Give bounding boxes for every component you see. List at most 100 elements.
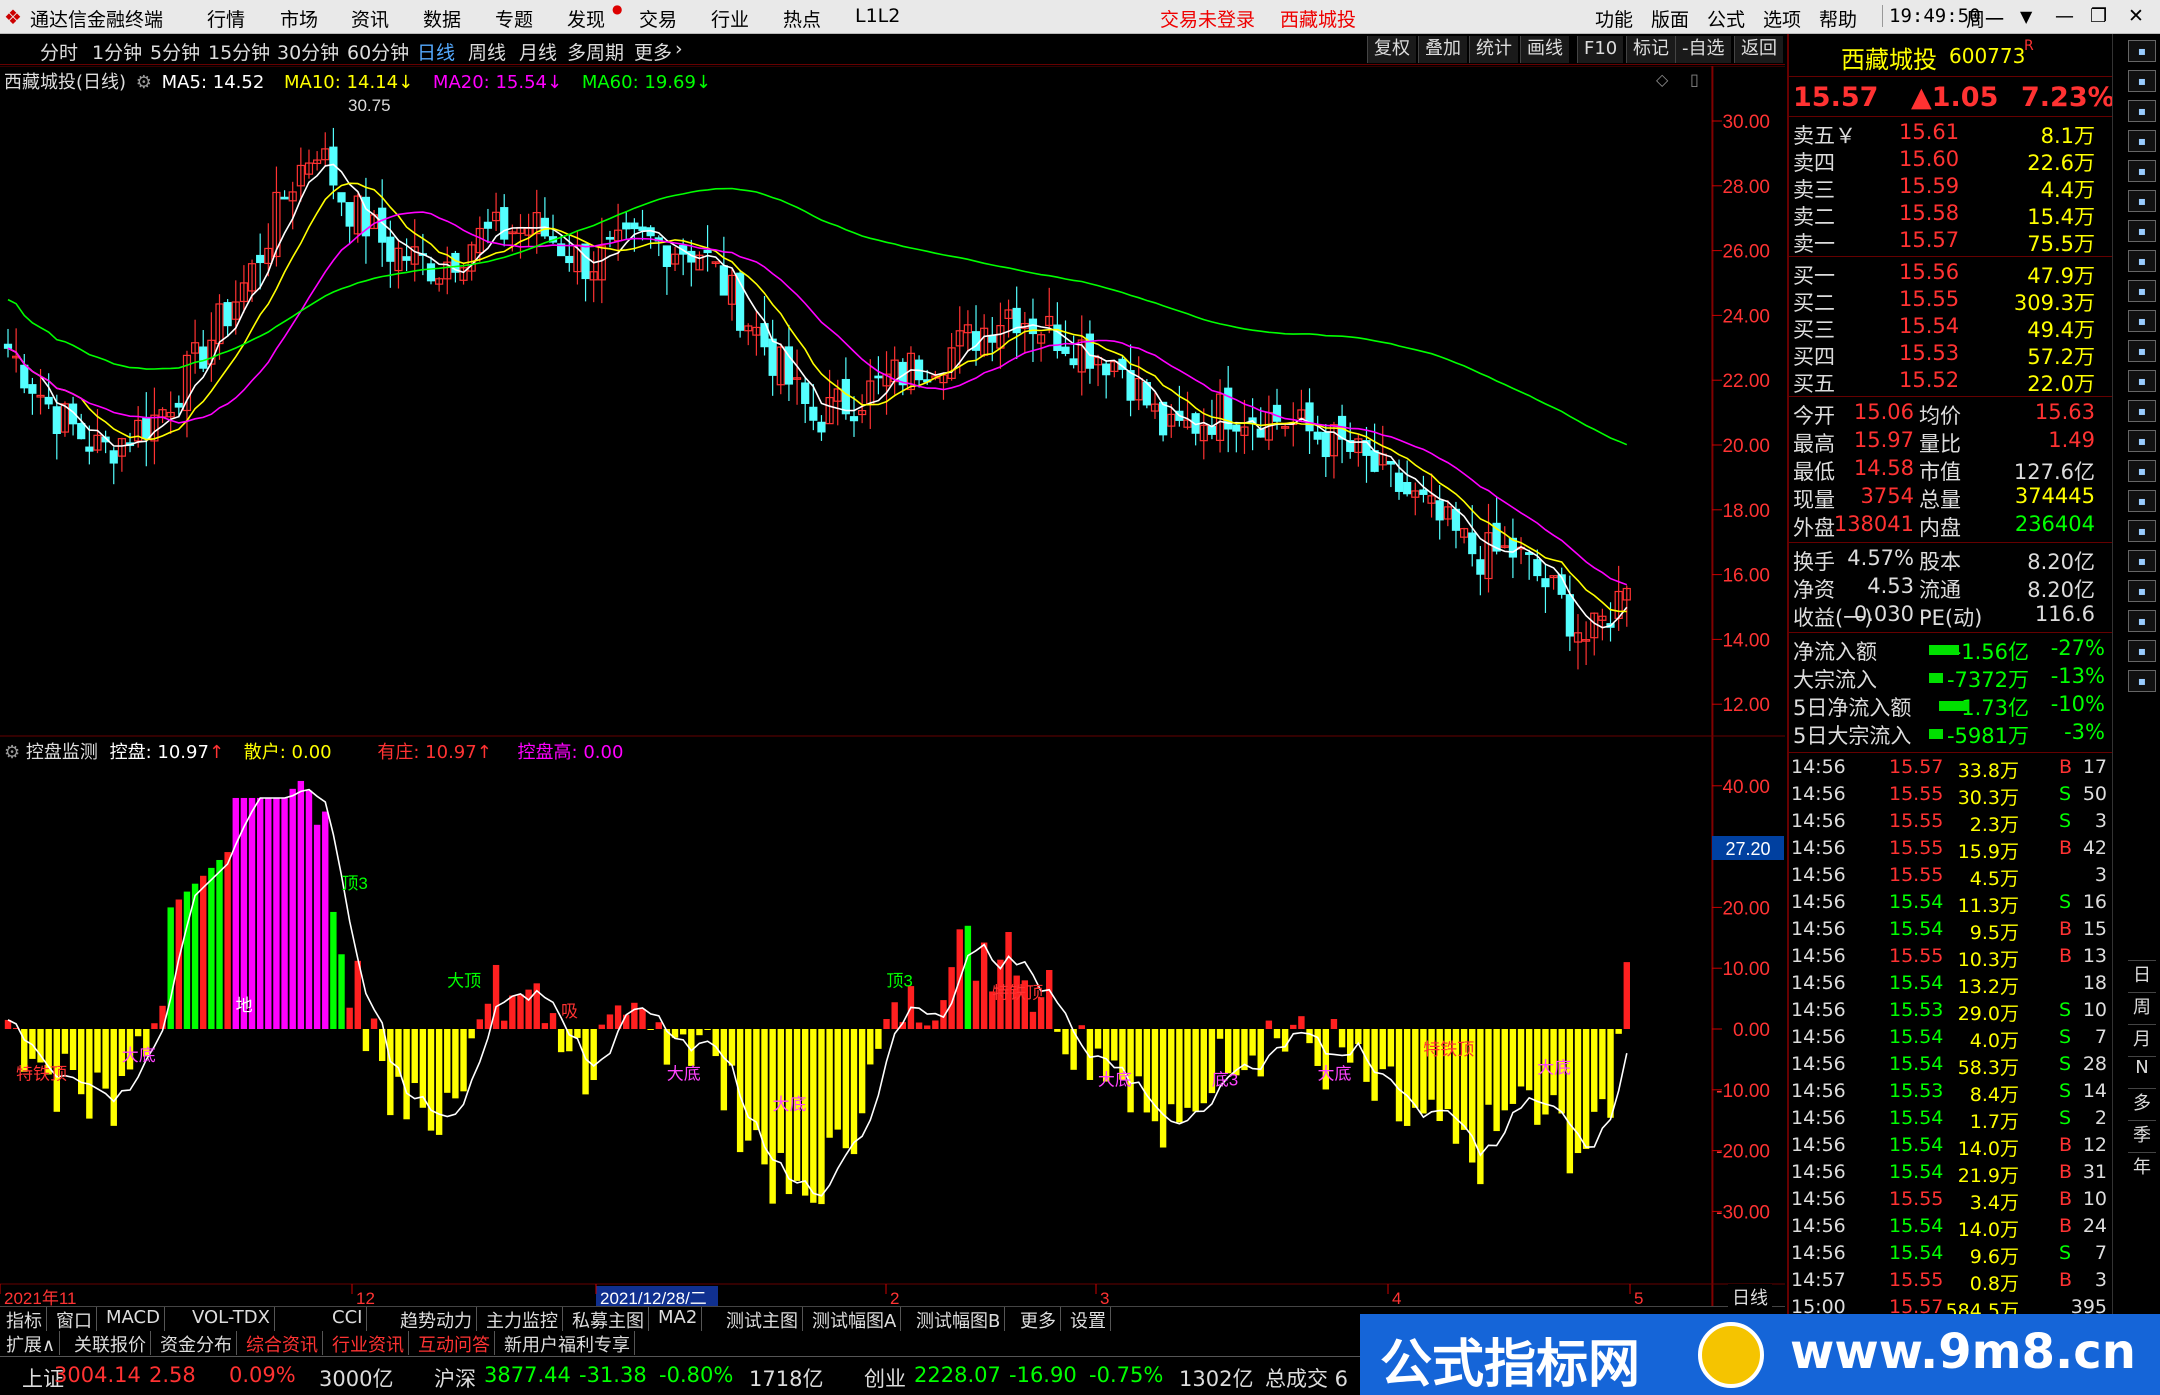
menu-item-hangqing[interactable]: 行情 [207, 5, 245, 32]
list-icon[interactable]: ▪ [2128, 160, 2156, 182]
tab-bottom_tabs-13[interactable]: 设置 [1066, 1307, 1111, 1332]
period-5min[interactable]: 5分钟 [150, 38, 200, 65]
menu-item-shuju[interactable]: 数据 [423, 5, 461, 32]
menu-item-zhuanti[interactable]: 专题 [495, 5, 533, 32]
tab-bottom_tabs-6[interactable]: 主力监控 [482, 1307, 563, 1332]
tab-bottom_tabs-5[interactable]: 趋势动力 [396, 1307, 477, 1332]
period-1min[interactable]: 1分钟 [92, 38, 142, 65]
tab-bottom_tabs2-1[interactable]: 关联报价 [70, 1331, 151, 1356]
period-fenshi[interactable]: 分时 [40, 38, 78, 65]
calc-icon[interactable]: ▪ [2128, 430, 2156, 452]
quote-panel: 西藏城投 600773 R 15.57 ▲1.05 7.23% 卖五￥ 15.61… [1787, 34, 2115, 1322]
period-month[interactable]: 月线 [519, 38, 557, 65]
btn-biaoji[interactable]: 标记 [1626, 36, 1675, 63]
grid-icon[interactable]: ▪ [2128, 250, 2156, 272]
period-side-5[interactable]: 季 [2128, 1120, 2156, 1148]
tab-bottom_tabs2-5[interactable]: 互动问答 [414, 1331, 495, 1356]
menu-item-bangzhu[interactable]: 帮助 [1819, 5, 1857, 32]
minimize-icon[interactable]: — [2055, 5, 2074, 27]
tab-bottom_tabs2-4[interactable]: 行业资讯 [328, 1331, 409, 1356]
time-icon[interactable]: ▪ [2128, 670, 2156, 692]
period-15min[interactable]: 15分钟 [208, 38, 270, 65]
alert-icon[interactable]: ▪ [2128, 550, 2156, 572]
btn-diejia[interactable]: 叠加 [1418, 36, 1467, 63]
btn-fuquan[interactable]: 复权 [1367, 36, 1416, 63]
period-side-6[interactable]: 年 [2128, 1152, 2156, 1180]
btn-zixuan[interactable]: -自选 [1675, 36, 1731, 63]
period-more[interactable]: 更多 [634, 38, 672, 65]
btn-fanhui[interactable]: 返回 [1734, 36, 1783, 63]
tick-cell: 42 [2082, 837, 2107, 859]
arrow-down-icon[interactable]: ▪ [2128, 100, 2156, 122]
index-n[interactable]: 沪深 [434, 1363, 476, 1393]
tab-bottom_tabs-7[interactable]: 私募主图 [568, 1307, 649, 1332]
period-30min[interactable]: 30分钟 [277, 38, 339, 65]
period-day[interactable]: 日线 [417, 38, 455, 65]
tick-cell: 12 [2082, 1134, 2107, 1156]
tab-bottom_tabs-8[interactable]: MA2 [654, 1307, 703, 1331]
chart-icon[interactable]: ▪ [2128, 190, 2156, 212]
period-side-4[interactable]: 多 [2128, 1088, 2156, 1116]
tab-bottom_tabs-2[interactable]: MACD [102, 1307, 165, 1331]
tab-bottom_tabs-12[interactable]: 更多 [1016, 1307, 1061, 1332]
tab-bottom_tabs-10[interactable]: 测试幅图A [808, 1307, 902, 1332]
menu-item-banmian[interactable]: 版面 [1651, 5, 1689, 32]
period-side-0[interactable]: 日 [2128, 960, 2156, 988]
monitor-icon[interactable]: ▪ [2128, 310, 2156, 332]
rsi-icon[interactable]: ▪ [2128, 520, 2156, 542]
bars-icon[interactable]: ▪ [2128, 220, 2156, 242]
menu-item-faxian[interactable]: 发现 [567, 5, 605, 32]
index-n[interactable]: 创业 [864, 1363, 906, 1393]
tab-bottom_tabs2-3[interactable]: 综合资讯 [242, 1331, 323, 1356]
table-icon[interactable]: ▪ [2128, 370, 2156, 392]
btn-f10[interactable]: F10 [1577, 36, 1624, 63]
close-icon[interactable]: ✕ [2128, 5, 2144, 27]
fs-icon[interactable]: ▪ [2128, 640, 2156, 662]
layer-icon[interactable]: ▪ [2128, 400, 2156, 422]
arrow-up-icon[interactable]: ▪ [2128, 70, 2156, 92]
period-week[interactable]: 周线 [468, 38, 506, 65]
menu-item-redian[interactable]: 热点 [783, 5, 821, 32]
tick-cell: 14:56 [1791, 891, 1846, 913]
menu-item-jiaoyi[interactable]: 交易 [639, 5, 677, 32]
tab-bottom_tabs2-6[interactable]: 新用户福利专享 [500, 1331, 635, 1356]
kline-chart[interactable]: 30.0028.0026.0024.0022.0020.0018.0016.00… [0, 66, 1790, 1306]
indicator-bar [655, 1022, 662, 1029]
menu-item-hangye[interactable]: 行业 [711, 5, 749, 32]
tab-bottom_tabs-1[interactable]: 窗口 [52, 1307, 97, 1332]
period-side-1[interactable]: 周 [2128, 992, 2156, 1020]
move-icon[interactable]: ▪ [2128, 580, 2156, 602]
pen-icon[interactable]: ▪ [2128, 610, 2156, 632]
f10-icon[interactable]: ▪ [2128, 280, 2156, 302]
restore-icon[interactable]: ❐ [2090, 5, 2107, 27]
tab-bottom_tabs-9[interactable]: 测试主图 [722, 1307, 803, 1332]
tab-bottom_tabs-3[interactable]: VOL-TDX [188, 1307, 275, 1331]
chevron-right-icon[interactable]: › [675, 38, 683, 60]
tab-bottom_tabs-4[interactable]: CCI [328, 1307, 368, 1331]
btn-tongji[interactable]: 统计 [1469, 36, 1518, 63]
menu-item-l1l2[interactable]: L1L2 [855, 5, 900, 27]
period-multi[interactable]: 多周期 [567, 38, 624, 65]
tab-bottom_tabs-0[interactable]: 指标 [2, 1307, 47, 1332]
bell-icon[interactable]: ▪ [2128, 490, 2156, 512]
arrow-down-icon[interactable]: ▼ [2020, 7, 2032, 26]
tile-icon[interactable]: ▪ [2128, 130, 2156, 152]
tab-bottom_tabs2-0[interactable]: 扩展∧ [2, 1331, 61, 1356]
period-side-3[interactable]: N [2128, 1056, 2156, 1084]
period-60min[interactable]: 60分钟 [347, 38, 409, 65]
pin-icon[interactable]: ▪ [2128, 40, 2156, 62]
indicator-gear-icon[interactable]: ⚙ [4, 742, 20, 763]
menu-item-gongshi[interactable]: 公式 [1707, 5, 1745, 32]
menu-item-shichang[interactable]: 市场 [280, 5, 318, 32]
menu-item-xuanxiang[interactable]: 选项 [1763, 5, 1801, 32]
login-status[interactable]: 交易未登录 [1160, 5, 1255, 32]
btn-huaxian[interactable]: 画线 [1520, 36, 1569, 63]
period-side-2[interactable]: 月 [2128, 1024, 2156, 1052]
tab-bottom_tabs-11[interactable]: 测试幅图B [912, 1307, 1006, 1332]
tab-bottom_tabs2-2[interactable]: 资金分布 [156, 1331, 237, 1356]
pie-icon[interactable]: ▪ [2128, 340, 2156, 362]
candle-body [1370, 450, 1379, 472]
menu-item-zixun[interactable]: 资讯 [351, 5, 389, 32]
menu-item-gongneng[interactable]: 功能 [1595, 5, 1633, 32]
clock-icon[interactable]: ▪ [2128, 460, 2156, 482]
